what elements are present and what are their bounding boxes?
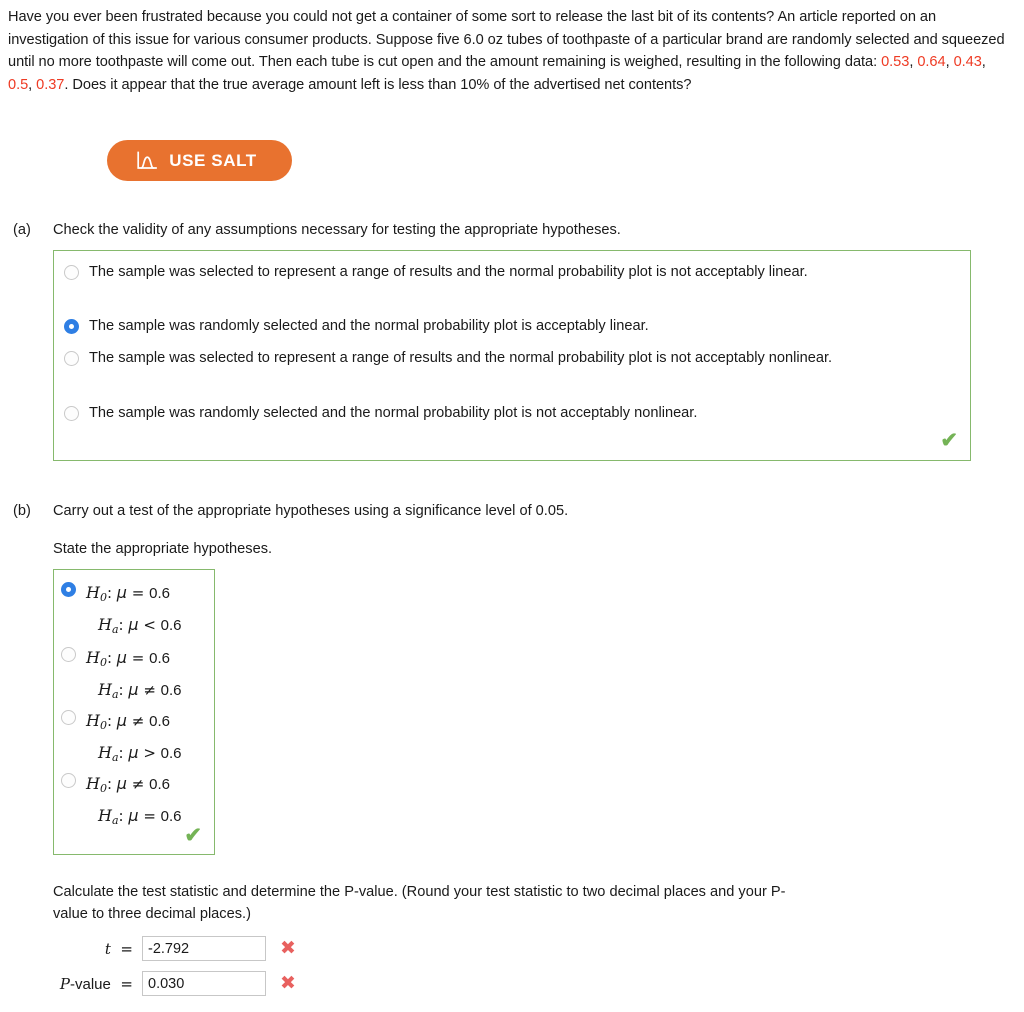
radio-label-a-2: The sample was randomly selected and the… — [89, 318, 649, 334]
h0-param-3: μ — [116, 711, 127, 730]
part-a-answer-box: The sample was selected to represent a r… — [53, 250, 971, 461]
radio-label-a-1: The sample was selected to represent a r… — [89, 264, 808, 280]
part-a-prompt: Check the validity of any assumptions ne… — [53, 222, 621, 238]
radio-button-a-4[interactable] — [64, 406, 79, 421]
ha-param-4: μ — [128, 806, 139, 825]
h0-operator-3: ≠ — [131, 712, 145, 730]
ha-value-2: 0.6 — [160, 682, 182, 699]
part-a-correct-icon: ✔ — [940, 429, 958, 452]
problem-text-after: . Does it appear that the true average a… — [64, 76, 692, 93]
radio-label-a-4: The sample was randomly selected and the… — [89, 405, 698, 421]
problem-statement: Have you ever been frustrated because yo… — [8, 6, 1008, 96]
part-b-hypothesis-correct-icon: ✔ — [184, 824, 202, 847]
h0-operator-2: = — [131, 649, 145, 667]
p-label-plain: -value — [70, 975, 111, 993]
ha-operator-2: ≠ — [143, 681, 156, 699]
t-equals: = — [120, 939, 133, 958]
t-statistic-input[interactable] — [142, 936, 266, 961]
radio-option-a-2[interactable]: The sample was randomly selected and the… — [64, 316, 934, 338]
hypothesis-label-b-1: H0: μ = 0.6 Ha: μ < 0.6 — [86, 583, 182, 636]
part-a-label: (a) — [13, 222, 31, 238]
h0-param-2: μ — [116, 648, 127, 667]
use-salt-label: USE SALT — [169, 150, 257, 170]
h0-symbol-3: H — [86, 711, 100, 730]
h0-value-3: 0.6 — [149, 713, 170, 730]
p-value-label: P-value = — [30, 975, 142, 993]
h0-sub-1: 0 — [99, 591, 107, 604]
data-value-1: 0.53 — [881, 54, 910, 71]
hypothesis-label-b-3: H0: μ ≠ 0.6 Ha: μ > 0.6 — [86, 711, 182, 764]
part-b-subprompt: State the appropriate hypotheses. — [53, 541, 273, 557]
ha-value-4: 0.6 — [160, 808, 182, 825]
h0-sub-4: 0 — [99, 782, 107, 795]
ha-symbol-1: H — [98, 615, 112, 634]
part-b-hypothesis-box: H0: μ = 0.6 Ha: μ < 0.6 H0: μ = 0.6 Ha: … — [53, 569, 215, 855]
ha-param-1: μ — [128, 615, 139, 634]
use-salt-button[interactable]: USE SALT — [107, 140, 292, 181]
radio-label-a-3: The sample was selected to represent a r… — [89, 350, 833, 366]
radio-option-a-3[interactable]: The sample was selected to represent a r… — [64, 348, 934, 370]
h0-value-4: 0.6 — [149, 776, 170, 793]
ha-symbol-2: H — [98, 680, 112, 699]
h0-value-2: 0.6 — [149, 650, 170, 667]
h0-symbol-2: H — [86, 648, 100, 667]
h0-operator-1: = — [131, 584, 145, 602]
radio-option-a-1[interactable]: The sample was selected to represent a r… — [64, 262, 934, 284]
h0-sub-2: 0 — [99, 656, 107, 669]
data-value-2: 0.64 — [917, 54, 946, 71]
radio-option-b-1[interactable]: H0: μ = 0.6 Ha: μ < 0.6 — [61, 579, 182, 643]
ha-operator-4: = — [143, 807, 156, 825]
radio-button-a-1[interactable] — [64, 265, 79, 280]
ha-param-3: μ — [128, 743, 139, 762]
h0-param-4: μ — [116, 774, 127, 793]
radio-option-a-4[interactable]: The sample was randomly selected and the… — [64, 403, 934, 425]
p-value-input[interactable] — [142, 971, 266, 996]
t-statistic-row: t = ✖ — [30, 936, 296, 961]
problem-text-before: Have you ever been frustrated because yo… — [8, 9, 1005, 71]
t-statistic-incorrect-icon: ✖ — [280, 937, 296, 959]
hypothesis-label-b-4: H0: μ ≠ 0.6 Ha: μ = 0.6 — [86, 774, 182, 827]
h0-sub-3: 0 — [99, 719, 107, 732]
data-value-5: 0.37 — [36, 76, 65, 93]
data-sep-4: , — [28, 76, 37, 93]
data-value-4: 0.5 — [8, 76, 29, 93]
t-statistic-label: t = — [30, 940, 142, 958]
radio-button-a-2[interactable] — [64, 319, 79, 334]
radio-option-b-3[interactable]: H0: μ ≠ 0.6 Ha: μ > 0.6 — [61, 707, 182, 771]
ha-operator-1: < — [143, 616, 156, 634]
h0-symbol-1: H — [86, 583, 100, 602]
p-value-equals: = — [120, 974, 133, 993]
radio-option-b-2[interactable]: H0: μ = 0.6 Ha: μ ≠ 0.6 — [61, 644, 182, 708]
ha-symbol-4: H — [98, 806, 112, 825]
data-sep-2: , — [945, 54, 954, 71]
part-b-prompt: Carry out a test of the appropriate hypo… — [53, 503, 569, 519]
radio-button-a-3[interactable] — [64, 351, 79, 366]
ha-value-3: 0.6 — [160, 745, 182, 762]
calc-prompt-line-2: value to three decimal places.) — [53, 906, 251, 922]
ha-symbol-3: H — [98, 743, 112, 762]
hypothesis-label-b-2: H0: μ = 0.6 Ha: μ ≠ 0.6 — [86, 648, 182, 701]
calc-prompt-line-1: Calculate the test statistic and determi… — [53, 884, 786, 900]
radio-button-b-3[interactable] — [61, 710, 76, 725]
part-b-label: (b) — [13, 503, 31, 519]
p-value-incorrect-icon: ✖ — [280, 972, 296, 994]
ha-value-1: 0.6 — [160, 617, 182, 634]
h0-symbol-4: H — [86, 774, 100, 793]
radio-button-b-4[interactable] — [61, 773, 76, 788]
ha-param-2: μ — [128, 680, 139, 699]
radio-button-b-2[interactable] — [61, 647, 76, 662]
h0-value-1: 0.6 — [149, 585, 170, 602]
ha-operator-3: > — [143, 744, 156, 762]
radio-option-b-4[interactable]: H0: μ ≠ 0.6 Ha: μ = 0.6 — [61, 770, 182, 834]
p-symbol: P — [59, 974, 71, 993]
data-sep-3: , — [981, 54, 986, 71]
normal-curve-icon — [137, 151, 158, 169]
radio-button-b-1[interactable] — [61, 582, 76, 597]
data-value-3: 0.43 — [953, 54, 982, 71]
h0-operator-4: ≠ — [131, 775, 145, 793]
p-value-row: P-value = ✖ — [30, 971, 296, 996]
h0-param-1: μ — [116, 583, 127, 602]
